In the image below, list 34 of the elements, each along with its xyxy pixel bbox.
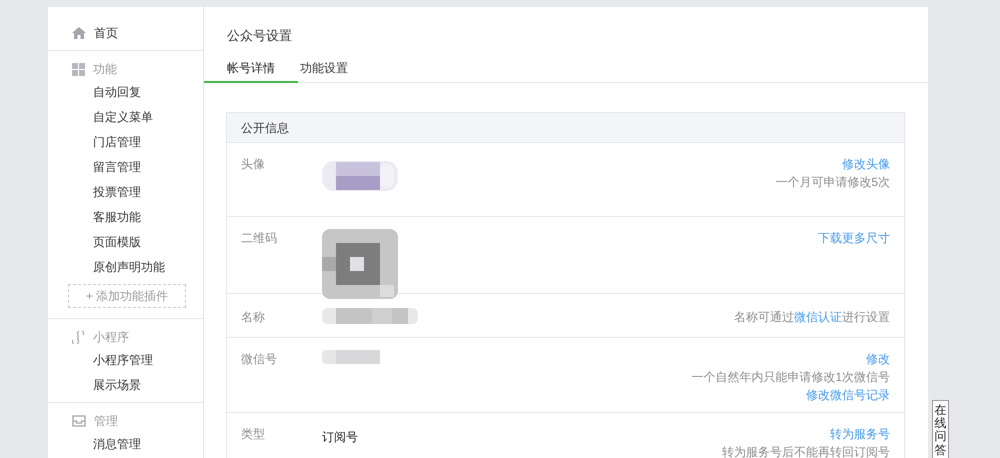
section-title: 公开信息 (241, 120, 289, 136)
home-icon (72, 27, 86, 39)
sidebar-item[interactable]: 留言管理 (48, 155, 203, 180)
hint-text: 名称可通过微信认证进行设置 (734, 309, 890, 326)
grid-icon (72, 62, 85, 76)
hint-text: 一个月可申请修改5次 (775, 174, 890, 191)
field-label: 二维码 (241, 230, 278, 247)
sidebar-item[interactable]: 投票管理 (48, 180, 203, 205)
online-qa-tab[interactable]: 在线问答 (932, 400, 949, 458)
sidebar-item[interactable]: 自定义菜单 (48, 105, 203, 130)
sidebar-item[interactable]: 展示场景 (48, 373, 203, 398)
field-label: 名称 (241, 309, 266, 326)
link-curve-icon (72, 330, 85, 344)
sidebar-item[interactable]: 消息管理 (48, 432, 203, 457)
page-title: 公众号设置 (227, 28, 292, 43)
sidebar-item[interactable]: 客服功能 (48, 205, 203, 230)
sidebar-group-title: 管理 (94, 413, 118, 430)
sidebar-group-title: 小程序 (93, 329, 129, 346)
sidebar-item[interactable]: 首页 (94, 24, 118, 42)
field-label: 类型 (241, 426, 266, 443)
field-label: 头像 (241, 156, 266, 173)
inbox-icon (72, 415, 86, 427)
sidebar-item[interactable]: 小程序管理 (48, 348, 203, 373)
hint-text: 一个自然年内只能申请修改1次微信号 (691, 369, 890, 386)
sidebar-item[interactable]: 页面模版 (48, 230, 203, 255)
sidebar-group-title: 功能 (93, 61, 117, 78)
sidebar-item[interactable]: 原创声明功能 (48, 255, 203, 280)
tab[interactable]: 功能设置 (298, 54, 350, 83)
field-value: 订阅号 (322, 430, 358, 444)
hint-text: 转为服务号后不能再转回订阅号 (722, 444, 890, 458)
sidebar-item[interactable]: 自动回复 (48, 80, 203, 105)
field-label: 微信号 (241, 351, 278, 368)
sidebar-item[interactable]: 门店管理 (48, 130, 203, 155)
tab[interactable]: 帐号详情 (204, 54, 298, 83)
